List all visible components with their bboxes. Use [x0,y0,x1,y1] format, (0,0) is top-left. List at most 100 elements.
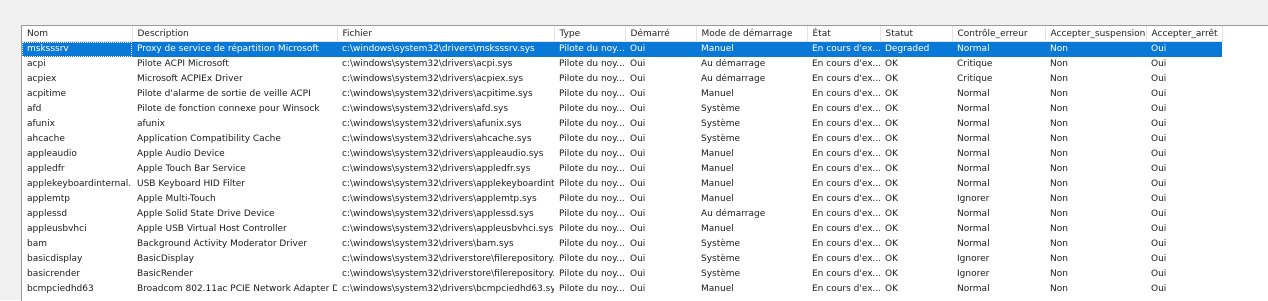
cell-accept-stop: Oui [1151,284,1167,294]
cell-type: Pilote du noy... [559,284,625,294]
cell-start-mode: Système [701,254,741,264]
cell-state: En cours d'ex... [812,179,880,189]
cell-error-control: Normal [957,104,990,114]
cell-description: Apple Solid State Drive Device [137,209,275,219]
cell-state: En cours d'ex... [812,104,880,114]
cell-start-mode: Manuel [701,284,734,294]
column-header-file[interactable]: Fichier [337,26,555,42]
cell-name: applekeyboardinternal... [27,179,132,189]
column-header-accept-stop[interactable]: Accepter_arrêt [1146,26,1223,42]
cell-started: Oui [630,104,646,114]
column-header-state[interactable]: État [807,26,881,42]
cell-file: c:\windows\system32\drivers\applemtp.sys [342,194,537,204]
cell-file: c:\windows\system32\drivers\bam.sys [342,239,514,249]
table-row[interactable]: applemtp Apple Multi-Touch c:\windows\syst… [22,192,1222,207]
table-row[interactable]: afd Pilote de fonction connexe pour Winso… [22,102,1222,117]
cell-started: Oui [625,41,696,57]
cell-started: Oui [630,239,646,249]
cell-file: c:\windows\system32\drivers\appleusbvhci… [342,224,554,234]
cell-started: Oui [630,134,646,144]
cell-description: Pilote de fonction connexe pour Winsock [137,104,320,114]
cell-accept-pause: Non [1050,269,1068,279]
cell-name: appleusbvhci [27,224,87,234]
cell-start-mode: Système [701,104,741,114]
cell-accept-stop: Oui [1151,59,1167,69]
table-row[interactable]: bam Background Activity Moderator Driver c… [22,237,1222,252]
cell-status: OK [885,164,898,174]
cell-error-control: Critique [957,74,993,84]
cell-status: OK [885,104,898,114]
cell-type: Pilote du noy... [559,134,625,144]
cell-file: c:\windows\system32\drivers\appledfr.sys [342,164,531,174]
cell-accept-stop: Oui [1151,104,1167,114]
cell-started: Oui [630,89,646,99]
cell-state: En cours d'ex... [812,194,880,204]
cell-status: OK [885,89,898,99]
table-row[interactable]: ahcache Application Compatibility Cache c:… [22,132,1222,147]
cell-start-mode: Manuel [701,179,734,189]
cell-accept-stop: Oui [1151,194,1167,204]
cell-status: OK [885,209,898,219]
cell-started: Oui [630,254,646,264]
cell-description: Apple Multi-Touch [137,194,216,204]
cell-accept-stop: Oui [1151,119,1167,129]
cell-start-mode: Au démarrage [701,59,766,69]
cell-status: OK [885,269,898,279]
table-row[interactable]: bcmpciedhd63 Broadcom 802.11ac PCIE Netwo… [22,282,1222,297]
cell-accept-stop: Oui [1151,74,1167,84]
cell-accept-stop: Oui [1151,89,1167,99]
table-row[interactable]: applessd Apple Solid State Drive Device c:… [22,207,1222,222]
table-row[interactable]: acpi Pilote ACPI Microsoft c:\windows\syst… [22,57,1222,72]
cell-type: Pilote du noy... [559,89,625,99]
column-header-name[interactable]: Nom [22,26,133,42]
column-header-type[interactable]: Type [554,26,626,42]
table-row[interactable]: acpiex Microsoft ACPIEx Driver c:\windows\… [22,72,1222,87]
cell-accept-stop: Oui [1151,134,1167,144]
cell-accept-stop: Oui [1146,41,1222,57]
cell-type: Pilote du noy... [559,194,625,204]
cell-accept-pause: Non [1050,179,1068,189]
table-row[interactable]: acpitime Pilote d'alarme de sortie de vei… [22,87,1222,102]
cell-status: OK [885,134,898,144]
cell-start-mode: Au démarrage [701,74,766,84]
cell-started: Oui [630,194,646,204]
cell-state: En cours d'ex... [812,224,880,234]
cell-type: Pilote du noy... [559,254,625,264]
cell-description: Apple Touch Bar Service [137,164,246,174]
column-header-error-control[interactable]: Contrôle_erreur [952,26,1046,42]
drivers-list-view[interactable]: Nom Description Fichier Type Démarré Mode de … [21,25,1268,301]
cell-name: appleaudio [27,149,77,159]
table-row[interactable]: appleaudio Apple Audio Device c:\windows\s… [22,147,1222,162]
column-header-description[interactable]: Description [132,26,338,42]
cell-accept-stop: Oui [1151,149,1167,159]
cell-type: Pilote du noy... [559,59,625,69]
table-row[interactable]: msksssrv Proxy de service de répartition … [22,41,1222,57]
table-row[interactable]: basicrender BasicRender c:\windows\system3… [22,267,1222,282]
cell-state: En cours d'ex... [812,89,880,99]
cell-type: Pilote du noy... [559,119,625,129]
table-row[interactable]: afunix afunix c:\windows\system32\drivers\… [22,117,1222,132]
table-row[interactable]: appleusbvhci Apple USB Virtual Host Contr… [22,222,1222,237]
cell-description: Apple USB Virtual Host Controller [137,224,287,234]
cell-state: En cours d'ex... [812,74,880,84]
cell-status: OK [885,254,898,264]
cell-file: c:\windows\system32\drivers\afunix.sys [342,119,522,129]
table-row[interactable]: basicdisplay BasicDisplay c:\windows\syste… [22,252,1222,267]
cell-name: ahcache [27,134,65,144]
column-header-status[interactable]: Statut [880,26,953,42]
cell-accept-pause: Non [1050,134,1068,144]
cell-state: En cours d'ex... [807,41,880,57]
cell-start-mode: Système [701,119,741,129]
cell-state: En cours d'ex... [812,134,880,144]
column-header-accept-pause[interactable]: Accepter_suspension [1045,26,1147,42]
column-header-started[interactable]: Démarré [625,26,697,42]
navigation-pane-edge [0,25,21,300]
cell-file: c:\windows\system32\drivers\appleaudio.s… [342,149,544,159]
column-header-start-mode[interactable]: Mode de démarrage [696,26,808,42]
cell-description: USB Keyboard HID Filter [137,179,246,189]
cell-started: Oui [630,284,646,294]
cell-error-control: Normal [957,149,990,159]
table-row[interactable]: applekeyboardinternal... USB Keyboard HID… [22,177,1222,192]
table-row[interactable]: appledfr Apple Touch Bar Service c:\window… [22,162,1222,177]
cell-name: bam [27,239,47,249]
